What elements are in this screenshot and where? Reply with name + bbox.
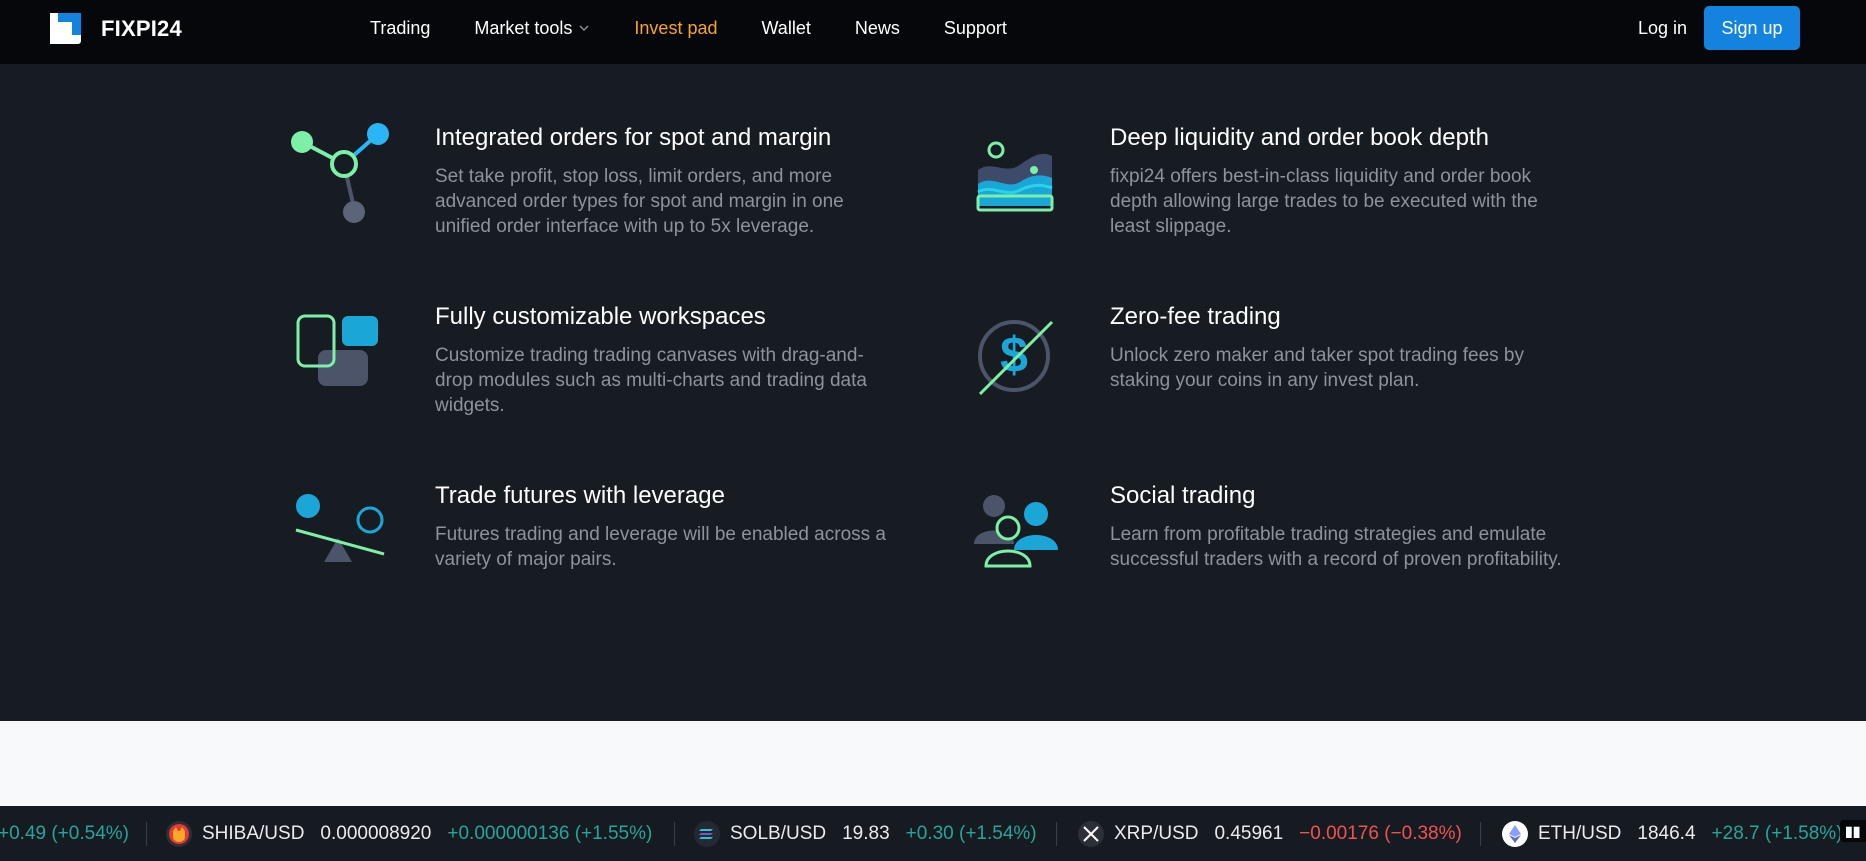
nav-invest-pad[interactable]: Invest pad <box>634 18 717 39</box>
liquidity-wave-icon <box>976 141 1054 212</box>
svg-text:$: $ <box>1000 327 1028 383</box>
feature-description: Learn from profitable trading strategies… <box>1110 524 1562 570</box>
ticker-separator <box>1480 822 1481 846</box>
feature-description: Futures trading and leverage will be ena… <box>435 524 886 570</box>
ticker-item[interactable]: ETH/USD 1846.4 +28.7 (+1.58%) <box>1502 806 1843 861</box>
feature-description: fixpi24 offers best-in-class liquidity a… <box>1110 166 1538 237</box>
feature-title: Social trading <box>1110 482 1256 509</box>
signup-button[interactable]: Sign up <box>1704 6 1800 50</box>
main-nav: Trading Market tools Invest pad Wallet N… <box>370 0 1051 56</box>
social-users-icon <box>974 495 1058 568</box>
ticker-item[interactable]: XRP/USD 0.45961 −0.00176 (−0.38%) <box>1078 806 1462 861</box>
chevron-down-icon <box>579 25 589 31</box>
light-section-band <box>0 721 1866 806</box>
tradingview-logo-icon[interactable]: ▮▮ <box>1840 820 1866 842</box>
top-navigation-bar: FIXPI24 Trading Market tools Invest pad … <box>0 0 1866 64</box>
ticker-separator <box>146 822 147 846</box>
ticker-separator <box>674 822 675 846</box>
feature-title: Fully customizable workspaces <box>435 303 766 330</box>
ticker-change: +0.30 (+1.54%) <box>905 822 1037 844</box>
ticker-symbol: XRP/USD <box>1114 822 1199 844</box>
brand-logo[interactable]: FIXPI24 <box>50 13 182 44</box>
ticker-change: +28.7 (+1.58%) <box>1711 822 1843 844</box>
ticker-symbol: SHIBA/USD <box>202 822 305 844</box>
brand-logo-icon <box>50 13 81 44</box>
ticker-change: +0.000000136 (+1.55%) <box>447 822 653 844</box>
ticker-change: −0.00176 (−0.38%) <box>1299 822 1462 844</box>
feature-description: Set take profit, stop loss, limit orders… <box>435 166 844 237</box>
ticker-price: 1846.4 <box>1637 822 1696 844</box>
xrp-coin-icon <box>1078 820 1104 847</box>
feature-title: Deep liquidity and order book depth <box>1110 124 1489 151</box>
nav-trading[interactable]: Trading <box>370 18 430 39</box>
ticker-item[interactable]: +0.49 (+0.54%) <box>0 806 129 861</box>
feature-title: Trade futures with leverage <box>435 482 725 509</box>
brand-name: FIXPI24 <box>101 15 182 41</box>
feature-title: Integrated orders for spot and margin <box>435 124 832 151</box>
shiba-coin-icon <box>166 820 192 847</box>
ticker-price: 0.45961 <box>1214 822 1284 844</box>
feature-description: Unlock zero maker and taker spot trading… <box>1110 345 1524 391</box>
ticker-symbol: SOLB/USD <box>730 822 827 844</box>
nav-market-tools-label: Market tools <box>474 17 573 38</box>
network-nodes-icon <box>291 123 389 223</box>
price-ticker-tape: +0.49 (+0.54%) SHIBA/USD 0.000008920 +0.… <box>0 806 1866 861</box>
ticker-separator <box>1056 822 1057 846</box>
login-link[interactable]: Log in <box>1638 18 1687 39</box>
nav-support[interactable]: Support <box>944 18 1007 39</box>
solana-coin-icon <box>694 820 720 847</box>
workspace-blocks-icon <box>296 314 378 386</box>
nav-news[interactable]: News <box>855 18 900 39</box>
ticker-item[interactable]: SOLB/USD 19.83 +0.30 (+1.54%) <box>694 806 1037 861</box>
features-section: Integrated orders for spot and margin Se… <box>0 64 1866 721</box>
ticker-symbol: ETH/USD <box>1538 822 1622 844</box>
ticker-price: 19.83 <box>842 822 890 844</box>
feature-description: Customize trading trading canvases with … <box>435 345 867 416</box>
ticker-price: 0.000008920 <box>320 822 432 844</box>
feature-title: Zero-fee trading <box>1110 303 1281 330</box>
nav-wallet[interactable]: Wallet <box>761 18 810 39</box>
nav-market-tools[interactable]: Market tools <box>474 18 590 39</box>
ticker-change: +0.49 (+0.54%) <box>0 822 129 844</box>
ticker-item[interactable]: SHIBA/USD 0.000008920 +0.000000136 (+1.5… <box>166 806 652 861</box>
zero-fee-dollar-icon: $ <box>978 320 1054 396</box>
ethereum-coin-icon <box>1502 820 1528 847</box>
leverage-balance-icon <box>295 494 385 562</box>
